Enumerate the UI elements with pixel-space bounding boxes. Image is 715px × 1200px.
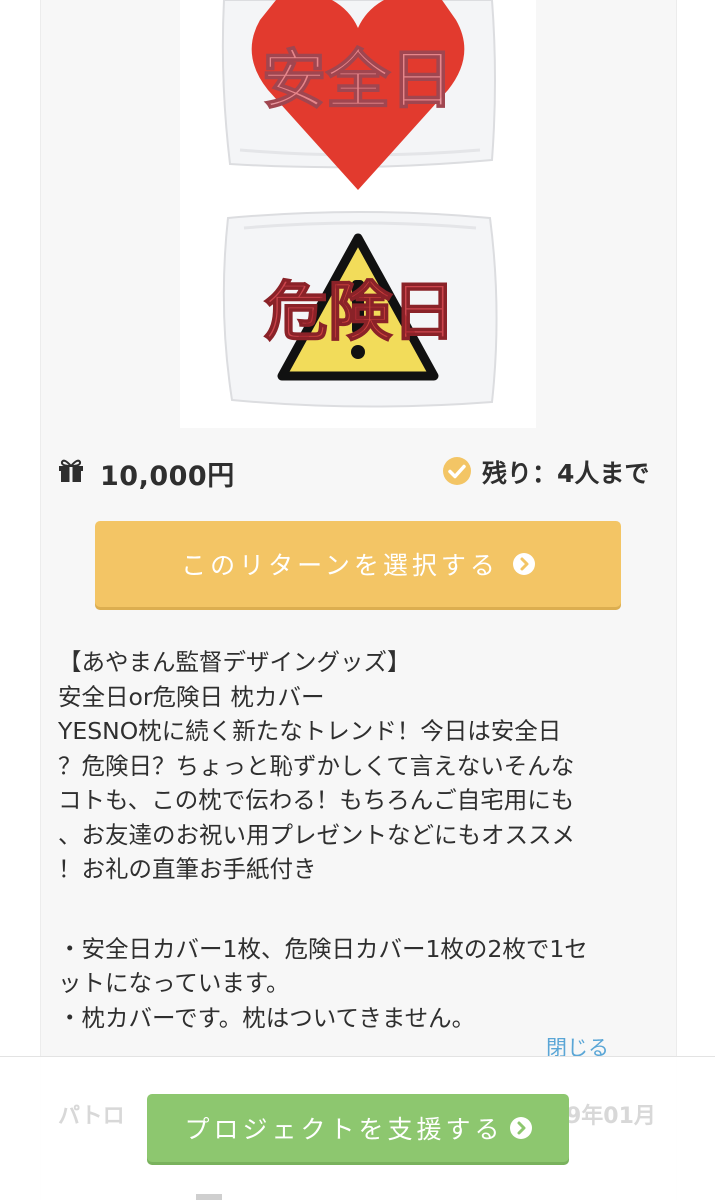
- top-pillow-text: 安全日: [262, 44, 454, 118]
- remaining-count: 残り：4人まで: [482, 459, 650, 488]
- bottom-divider: [196, 1194, 222, 1200]
- check-circle-icon: [442, 456, 472, 486]
- description-bullet: ・枕カバーです。枕はついてきません。: [58, 1003, 476, 1032]
- description-line: ？危険日？ちょっと恥ずかしくて言えないそんな: [58, 751, 575, 780]
- select-reward-label: このリターンを選択する: [181, 551, 499, 580]
- description-bullet: ・安全日カバー1枚、危険日カバー1枚の2枚で1セ: [58, 934, 588, 963]
- product-image: 安全日 危険日: [180, 0, 536, 428]
- support-project-button[interactable]: プロジェクトを支援する: [147, 1094, 569, 1162]
- pillow-image: 安全日 危険日: [221, 0, 498, 408]
- description-line: ！お礼の直筆お手紙付き: [58, 855, 317, 883]
- support-project-label: プロジェクトを支援する: [184, 1115, 504, 1144]
- reward-description: 【あやまん監督デザイングッズ】 安全日or危険日 枕カバー YESNO枕に続く新…: [58, 645, 658, 1035]
- gift-icon: [58, 458, 84, 482]
- description-line: 、お友達のお祝い用プレゼントなどにもオススメ: [58, 820, 575, 849]
- faded-patron-label: パトロ: [58, 1104, 125, 1129]
- price-row: 10,000円 残り：4人まで: [58, 448, 658, 494]
- description-line: 安全日or危険日 枕カバー: [58, 682, 325, 711]
- bottom-pillow-text: 危険日: [264, 276, 456, 350]
- chevron-right-icon: [512, 553, 535, 575]
- chevron-right-icon: [509, 1117, 532, 1139]
- reward-price: 10,000円: [100, 461, 235, 492]
- description-bullet: ットになっています。: [58, 969, 290, 997]
- page: 安全日 危険日 10,000円 残り：4人まで このリターンを選択する 【あやま…: [0, 0, 715, 1200]
- description-line: コトも、この枕で伝わる！もちろんご自宅用にも: [58, 786, 575, 814]
- description-line: YESNO枕に続く新たなトレンド！今日は安全日: [58, 717, 562, 745]
- select-reward-button[interactable]: このリターンを選択する: [95, 521, 621, 607]
- faded-date-label: 9年01月: [566, 1104, 656, 1129]
- description-line: 【あやまん監督デザイングッズ】: [58, 648, 411, 676]
